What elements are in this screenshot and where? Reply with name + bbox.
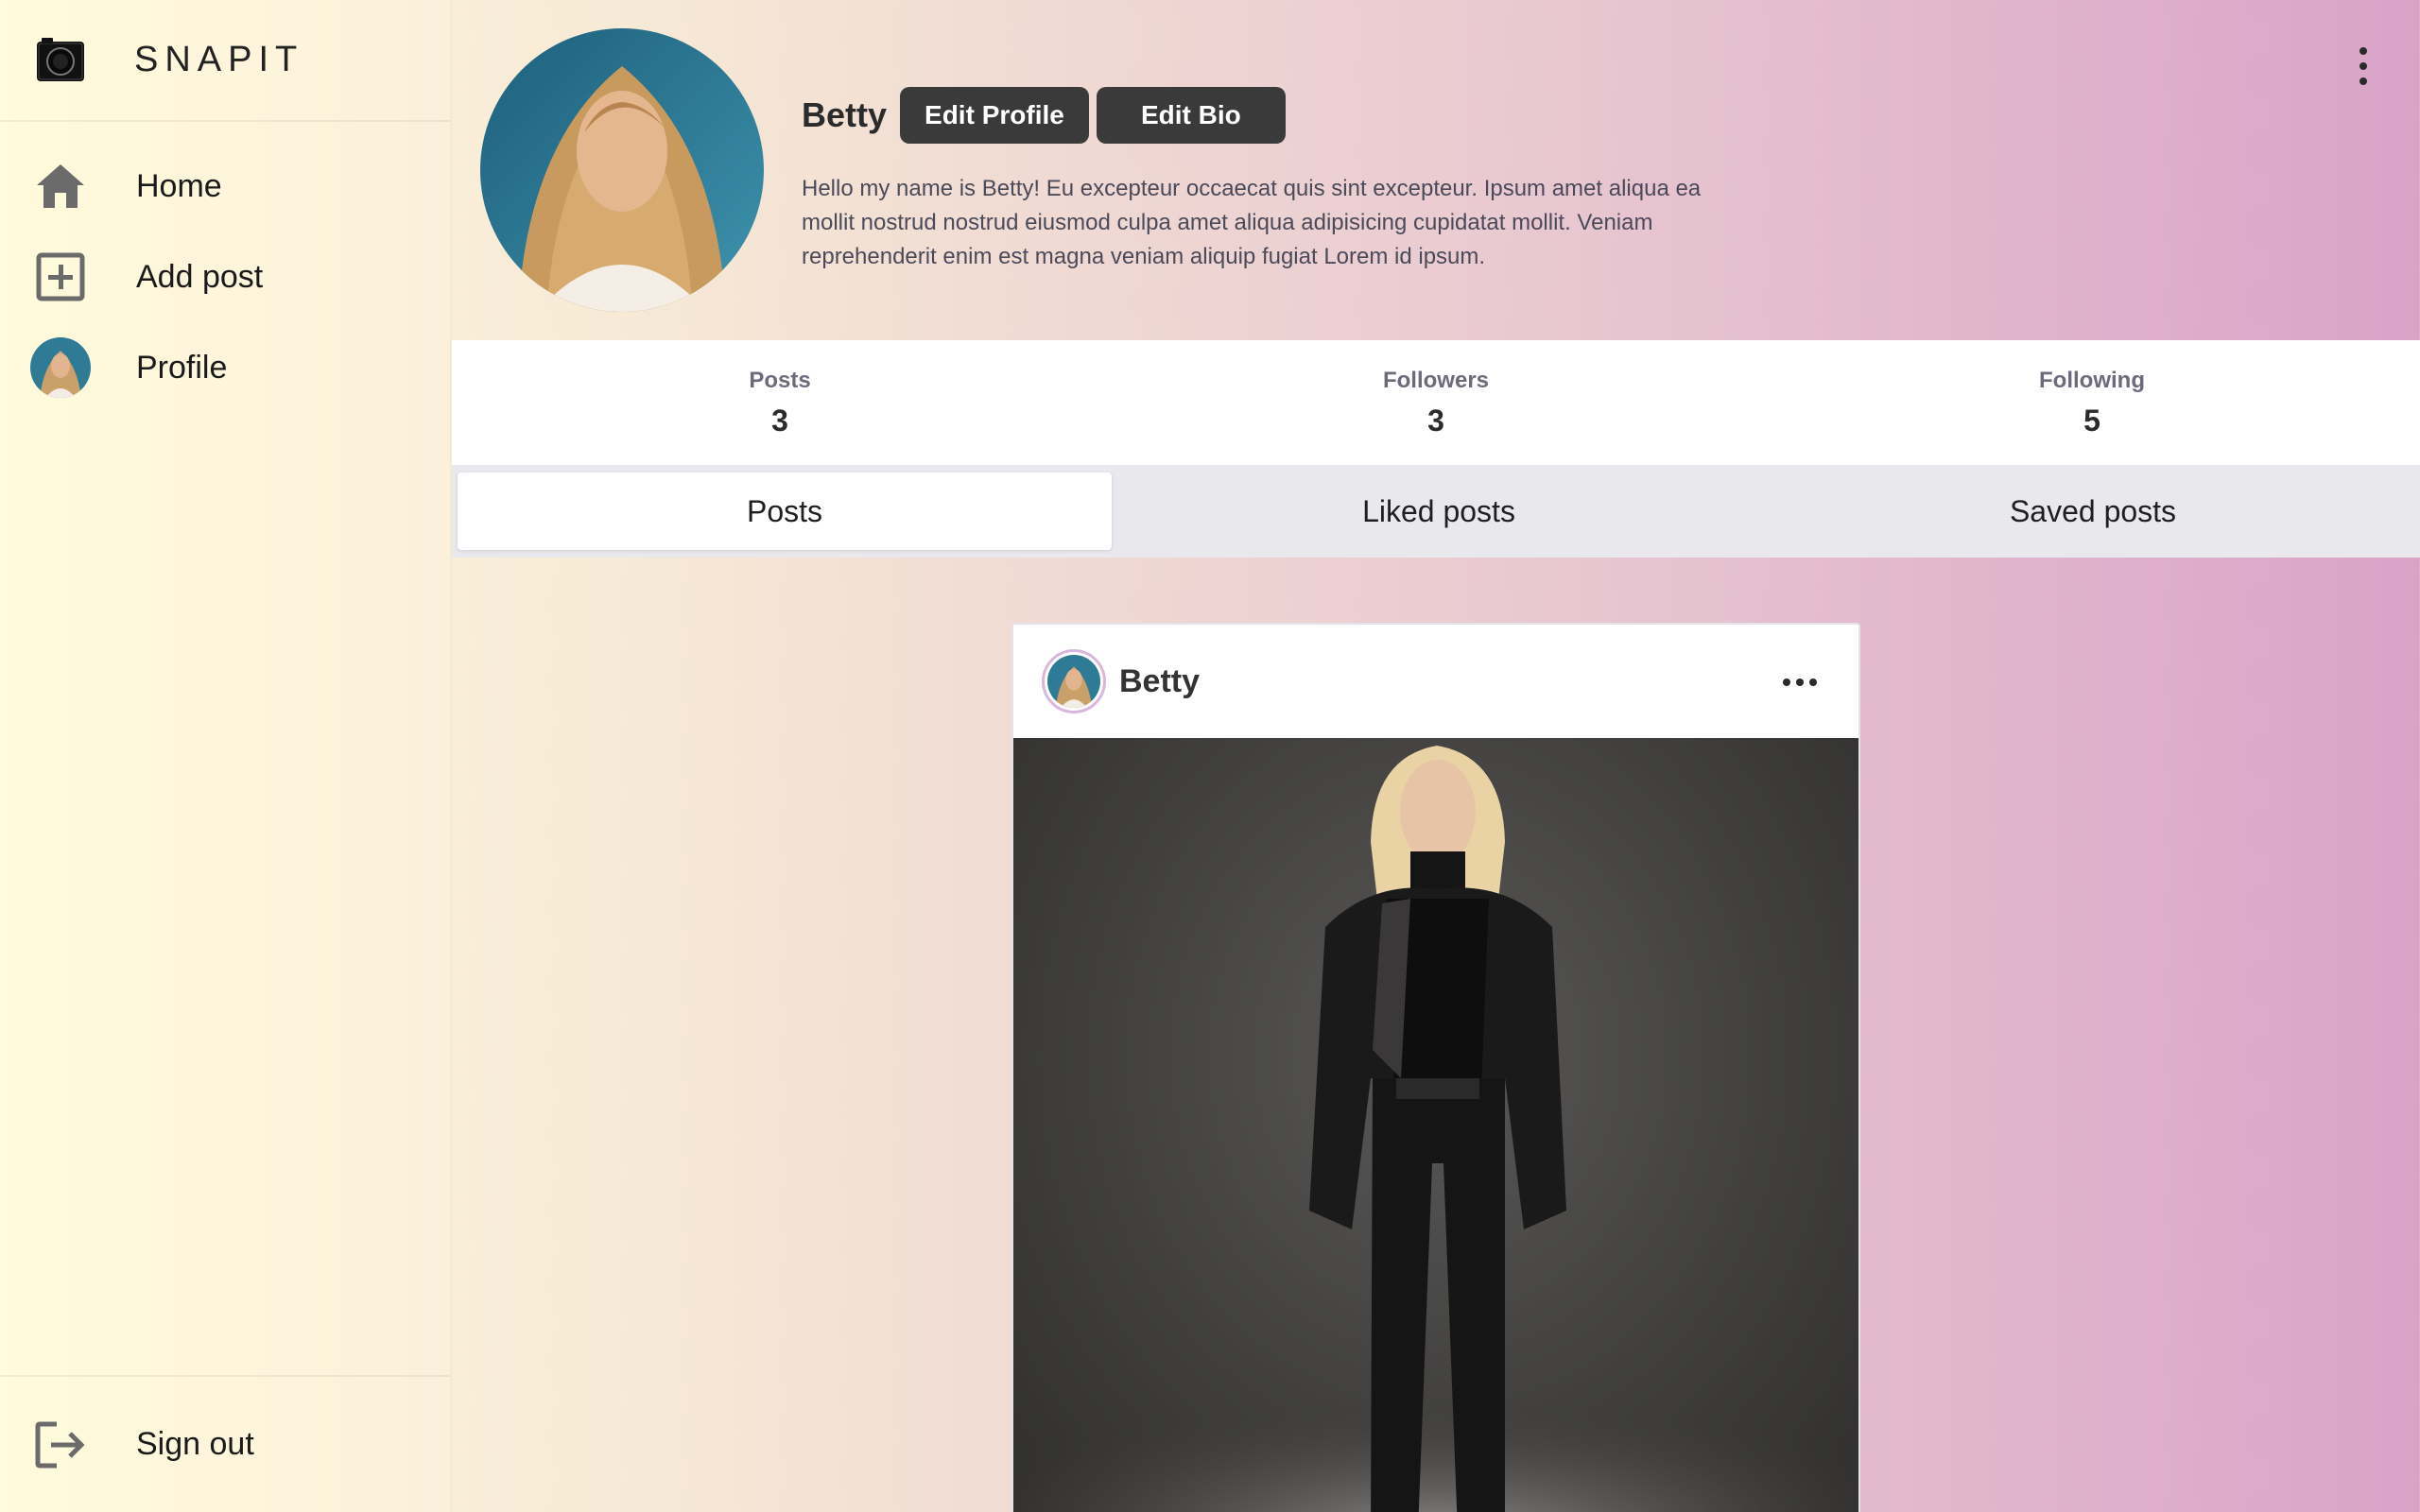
logout-icon: [30, 1415, 91, 1475]
stat-label: Followers: [1382, 367, 1490, 393]
post-image[interactable]: [1013, 738, 1858, 1512]
stat-following[interactable]: Following 5: [1764, 340, 2420, 465]
home-icon: [30, 156, 91, 216]
stat-label: Following: [2039, 367, 2145, 393]
stat-value: 3: [771, 403, 788, 438]
sidebar-item-profile[interactable]: Profile: [0, 322, 450, 413]
sidebar-nav: Home Add post Profile: [0, 122, 450, 413]
avatar-wrap: [30, 337, 91, 398]
more-options-icon[interactable]: [2356, 47, 2371, 85]
sidebar-item-home[interactable]: Home: [0, 141, 450, 232]
post-header: Betty: [1013, 625, 1858, 738]
profile-name: Betty: [802, 95, 888, 134]
stat-value: 5: [2083, 403, 2100, 438]
stat-followers[interactable]: Followers 3: [1108, 340, 1764, 465]
stat-posts: Posts 3: [452, 340, 1108, 465]
profile-bio: Hello my name is Betty! Eu excepteur occ…: [802, 176, 1702, 269]
sidebar-item-label: Profile: [136, 349, 228, 386]
post-card: Betty: [1011, 623, 1860, 1512]
stat-value: 3: [1427, 403, 1444, 438]
sidebar: SNAPIT Home Add post Profile Sign out: [0, 0, 452, 1512]
brand[interactable]: SNAPIT: [0, 0, 450, 122]
add-box-icon: [30, 247, 91, 307]
sidebar-item-label: Add post: [136, 258, 264, 295]
sign-out-button[interactable]: Sign out: [0, 1375, 450, 1512]
profile-avatar: [480, 28, 764, 312]
camera-icon: [36, 37, 85, 83]
tab-saved-posts[interactable]: Saved posts: [1766, 472, 2420, 550]
edit-profile-button[interactable]: Edit Profile: [900, 87, 1089, 144]
post-username[interactable]: Betty: [1119, 663, 1200, 700]
app-name: SNAPIT: [134, 40, 304, 79]
post-more-options-icon[interactable]: [1783, 679, 1817, 686]
profile-stats: Posts 3 Followers 3 Following 5: [452, 340, 2420, 465]
tab-posts[interactable]: Posts: [458, 472, 1112, 550]
profile-name-row: Betty Edit Profile Edit Bio: [802, 87, 1728, 144]
avatar: [1047, 655, 1100, 708]
sidebar-item-label: Home: [136, 167, 222, 204]
post-avatar[interactable]: [1042, 649, 1106, 713]
tab-liked-posts[interactable]: Liked posts: [1112, 472, 1766, 550]
profile-info: Betty Edit Profile Edit Bio Hello my nam…: [802, 87, 1728, 274]
sidebar-item-add-post[interactable]: Add post: [0, 232, 450, 322]
profile-header: Betty Edit Profile Edit Bio Hello my nam…: [452, 0, 2420, 340]
sign-out-label: Sign out: [136, 1426, 254, 1462]
stat-label: Posts: [749, 367, 811, 393]
profile-tabs: Posts Liked posts Saved posts: [452, 465, 2420, 558]
edit-bio-button[interactable]: Edit Bio: [1096, 87, 1286, 144]
main-content: Betty Edit Profile Edit Bio Hello my nam…: [452, 0, 2420, 1512]
avatar: [30, 337, 91, 398]
